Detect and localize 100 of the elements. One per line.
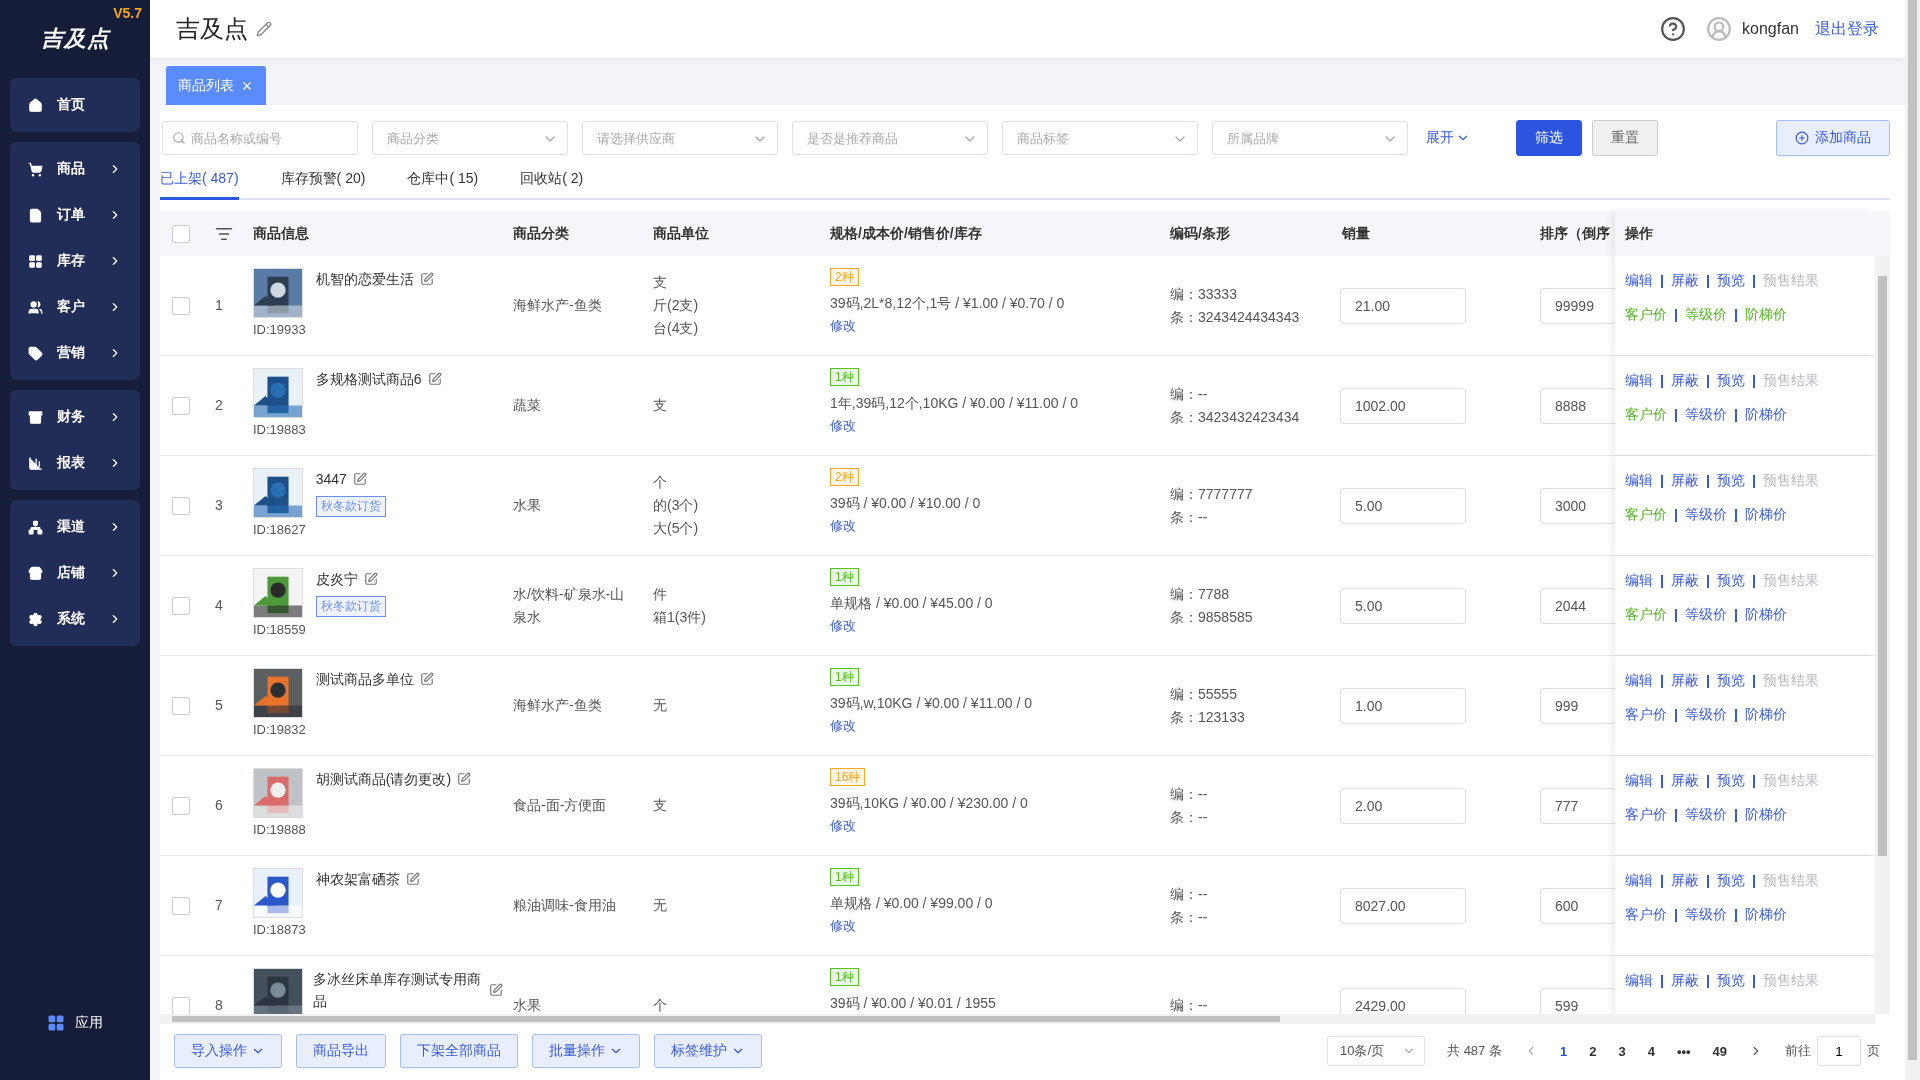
page-tab[interactable]: 商品列表 [166,66,266,105]
price-link[interactable]: 等级价 [1685,606,1727,624]
edit-icon[interactable] [352,472,367,486]
bulk-action-button[interactable]: 下架全部商品 [400,1034,518,1068]
price-link[interactable]: 等级价 [1685,806,1727,824]
bulk-action-button[interactable]: 批量操作 [532,1034,640,1068]
edit-link[interactable]: 修改 [830,317,856,335]
edit-icon[interactable] [419,672,434,686]
sidebar-item[interactable]: 商品 [10,146,140,192]
edit-link[interactable]: 修改 [830,617,856,635]
select-field[interactable]: 请选择供应商 [582,121,778,155]
edit-link[interactable]: 修改 [830,917,856,935]
edit-icon[interactable] [256,21,272,37]
action-link[interactable]: 预览 [1717,972,1745,990]
action-link[interactable]: 编辑 [1625,772,1653,790]
select-all-checkbox[interactable] [172,224,190,243]
sales-field[interactable]: 21.00 [1340,287,1466,324]
action-link[interactable]: 屏蔽 [1671,872,1699,890]
action-link[interactable]: 屏蔽 [1671,772,1699,790]
bulk-action-button[interactable]: 标签维护 [654,1034,762,1068]
sales-field[interactable]: 5.00 [1340,587,1466,624]
price-link[interactable]: 客户价 [1625,906,1667,924]
price-link[interactable]: 等级价 [1685,506,1727,524]
action-link[interactable]: 屏蔽 [1671,272,1699,290]
price-link[interactable]: 客户价 [1625,806,1667,824]
edit-icon[interactable] [405,872,420,886]
sidebar-item[interactable]: 库存 [10,238,140,284]
price-link[interactable]: 客户价 [1625,706,1667,724]
sales-field[interactable]: 8027.00 [1340,887,1466,924]
expand-link[interactable]: 展开 [1426,129,1470,147]
select-field[interactable]: 商品标签 [1002,121,1198,155]
price-link[interactable]: 阶梯价 [1745,406,1787,424]
price-link[interactable]: 等级价 [1685,706,1727,724]
sort-field[interactable]: 99999 [1540,287,1615,324]
action-link[interactable]: 屏蔽 [1671,572,1699,590]
edit-link[interactable]: 修改 [830,417,856,435]
action-link[interactable]: 预览 [1717,472,1745,490]
action-link[interactable]: 编辑 [1625,472,1653,490]
sort-field[interactable]: 599 [1540,987,1615,1014]
sort-field[interactable]: 2044 [1540,587,1615,624]
price-link[interactable]: 阶梯价 [1745,706,1787,724]
sort-field[interactable]: 8888 [1540,387,1615,424]
select-field[interactable]: 是否是推荐商品 [792,121,988,155]
page-number[interactable]: 49 [1712,1043,1727,1059]
page-size-select[interactable]: 10条/页 [1327,1036,1425,1066]
sort-field[interactable]: 999 [1540,687,1615,724]
edit-icon[interactable] [457,772,472,786]
sort-field[interactable]: 777 [1540,787,1615,824]
row-checkbox[interactable] [172,296,190,315]
status-tab[interactable]: 库存预警( 20) [280,170,366,200]
action-link[interactable]: 屏蔽 [1671,372,1699,390]
edit-link[interactable]: 修改 [830,517,856,535]
sidebar-item[interactable]: 报表 [10,440,140,486]
goto-field[interactable]: 1 [1817,1036,1861,1066]
sidebar-item[interactable]: 店铺 [10,550,140,596]
action-link[interactable]: 预览 [1717,572,1745,590]
scrollbar[interactable] [160,1014,1875,1024]
price-link[interactable]: 阶梯价 [1745,506,1787,524]
add-product-button[interactable]: 添加商品 [1776,120,1890,156]
sidebar-item[interactable]: 营销 [10,330,140,376]
action-link[interactable]: 屏蔽 [1671,472,1699,490]
select-field[interactable]: 所属品牌 [1212,121,1408,155]
price-link[interactable]: 等级价 [1685,406,1727,424]
page-number[interactable]: 3 [1618,1043,1626,1059]
action-link[interactable]: 屏蔽 [1671,972,1699,990]
bulk-action-button[interactable]: 商品导出 [296,1034,386,1068]
sidebar-item[interactable]: 财务 [10,394,140,440]
page-number[interactable]: 2 [1589,1043,1597,1059]
scrollbar[interactable] [1905,0,1920,1080]
action-link[interactable]: 预览 [1717,772,1745,790]
status-tab[interactable]: 回收站( 2) [520,170,584,200]
search-field[interactable]: 商品名称或编号 [162,121,358,155]
page-number[interactable]: 4 [1647,1043,1655,1059]
page-number[interactable]: 1 [1559,1043,1568,1059]
sales-field[interactable]: 5.00 [1340,487,1466,524]
sidebar-item[interactable]: 客户 [10,284,140,330]
row-checkbox[interactable] [172,696,190,715]
filter-button[interactable]: 筛选 [1516,120,1582,156]
action-link[interactable]: 预览 [1717,372,1745,390]
action-link[interactable]: 编辑 [1625,272,1653,290]
sales-field[interactable]: 2.00 [1340,787,1466,824]
action-link[interactable]: 编辑 [1625,372,1653,390]
edit-link[interactable]: 修改 [830,817,856,835]
help-icon[interactable] [1660,16,1687,42]
page-number[interactable]: ••• [1676,1043,1691,1059]
bulk-action-button[interactable]: 导入操作 [174,1034,282,1068]
price-link[interactable]: 阶梯价 [1745,806,1787,824]
sort-field[interactable]: 600 [1540,887,1615,924]
row-checkbox[interactable] [172,896,190,915]
select-field[interactable]: 商品分类 [372,121,568,155]
row-checkbox[interactable] [172,796,190,815]
apps-button[interactable]: 应用 [10,1014,140,1032]
action-link[interactable]: 编辑 [1625,872,1653,890]
reset-button[interactable]: 重置 [1592,120,1658,156]
sort-field[interactable]: 3000 [1540,487,1615,524]
action-link[interactable]: 编辑 [1625,572,1653,590]
price-link[interactable]: 阶梯价 [1745,906,1787,924]
action-link[interactable]: 预览 [1717,272,1745,290]
sales-field[interactable]: 1.00 [1340,687,1466,724]
sidebar-item[interactable]: 系统 [10,596,140,642]
